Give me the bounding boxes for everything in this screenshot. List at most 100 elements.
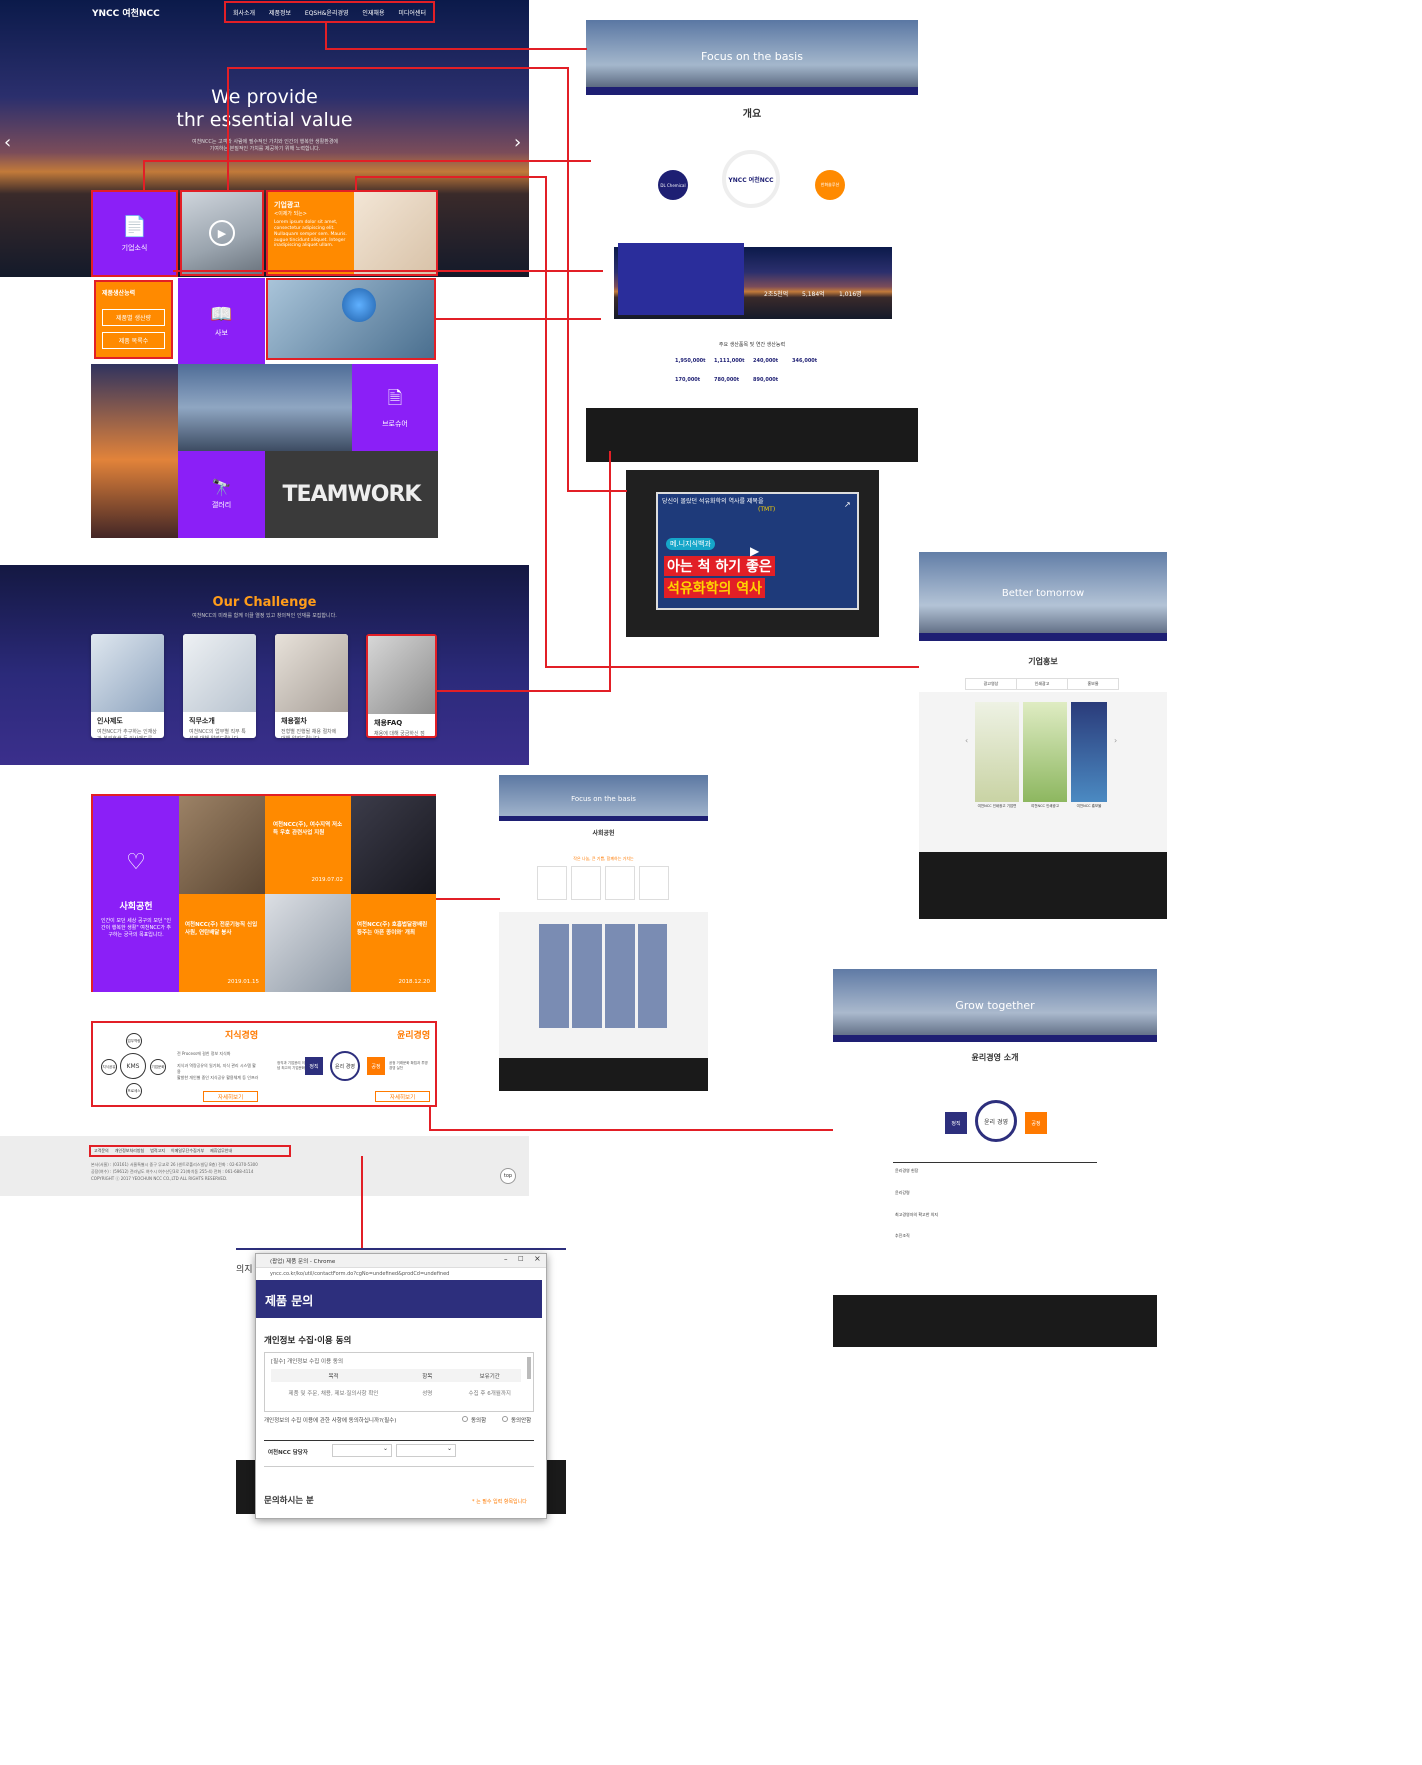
nav-recruit[interactable]: 인재채용: [362, 8, 384, 17]
csr-news-2[interactable]: 여천NCC(주) 전문기능직 신입사원, 연탄배달 봉사 2019.01.15: [179, 894, 265, 992]
ad-photo: [354, 192, 436, 274]
video-player[interactable]: 당신이 몰랐던 석유화학의 역사를 제목을 (TMT) 메.니지식백과 아는 척…: [656, 492, 859, 610]
pr-tab[interactable]: 인쇄광고: [1016, 679, 1068, 689]
about-capacity-title: 주요 생산품목 및 연간 생산능력: [718, 342, 786, 348]
video-subtitle: (TMT): [758, 506, 776, 513]
video-play-icon[interactable]: ▶: [750, 544, 759, 558]
km-node: 지식공유: [101, 1059, 117, 1075]
csr-desc: 인간이 모던 세상 공구의 모던 "인간이 행복한 생활" 여천NCC가 추구하…: [100, 917, 172, 938]
pr-item-1[interactable]: [975, 702, 1019, 802]
challenge-card-hr[interactable]: 인사제도 여천NCC가 추구하는 인재상과 복리후생 등 인사제도를 소개합니다…: [91, 634, 164, 738]
manager-select-1[interactable]: ⌄: [332, 1444, 392, 1457]
hero-prev-icon[interactable]: ‹: [4, 132, 11, 153]
pr-prev-icon[interactable]: ‹: [965, 736, 968, 745]
csr-icon-box[interactable]: [605, 866, 635, 900]
disagree-radio[interactable]: [502, 1416, 508, 1422]
footer-link[interactable]: 고객문의: [94, 1148, 109, 1154]
manager-select-2[interactable]: ⌄: [396, 1444, 456, 1457]
footer-link[interactable]: 이메일무단수집거부: [171, 1148, 204, 1154]
connector-line: [545, 666, 919, 668]
csr-intro[interactable]: ♡ 사회공헌 인간이 모던 세상 공구의 모던 "인간이 행복한 생활" 여천N…: [93, 796, 179, 992]
pr-tab[interactable]: 광고영상: [966, 679, 1016, 689]
close-icon[interactable]: ×: [534, 1254, 541, 1263]
consent-table-row: 제품 및 주문, 채용, 제보·질의사항 확인 성명 수집 후 6개월까지: [271, 1386, 521, 1399]
ethics-table-rule: [893, 1162, 1097, 1163]
csr-news-3[interactable]: 여천NCC(주) 호흡법달광배린 등주는 아픈 종이와' 개최 2018.12.…: [351, 894, 436, 992]
main-logo[interactable]: YNCC 여천NCC: [92, 6, 160, 19]
document-icon: 📄: [122, 213, 147, 238]
ethics-left-desc: 정직과 기업윤리 이념 최고의 기업문화: [277, 1061, 305, 1070]
tile-company-news[interactable]: 📄 기업소식: [91, 190, 178, 277]
capacity-button-2[interactable]: 제품 목록수: [102, 332, 165, 349]
footer-link[interactable]: 법적고지: [150, 1148, 165, 1154]
pr-item-2[interactable]: [1023, 702, 1067, 802]
about-stats-text: [618, 243, 744, 315]
challenge-card-title: 직무소개: [189, 717, 215, 725]
footer-link[interactable]: 제휴업무안내: [210, 1148, 232, 1154]
tile-capacity[interactable]: 제품생산능력 제품별 생산량 제품 목록수: [94, 280, 173, 359]
pr-hero-title: Better tomorrow: [1001, 588, 1085, 599]
nav-media[interactable]: 미디어센터: [398, 8, 426, 17]
pr-tab[interactable]: 홍보물: [1068, 679, 1118, 689]
challenge-card-process[interactable]: 채용절차 전형별 진행될 채용 절차에 대해 알려드립니다.: [275, 634, 348, 738]
pr-item-3[interactable]: [1071, 702, 1107, 802]
popup-divider: [264, 1440, 534, 1441]
share-icon[interactable]: ↗: [844, 500, 851, 509]
csr-subnav[interactable]: [499, 816, 708, 821]
challenge-card-faq[interactable]: 채용FAQ 채용에 대해 궁금하신 점을 알려드립니다.: [366, 634, 437, 738]
csr-section-sub: 작은 나눔, 큰 기쁨, 함께하는 가치는: [573, 856, 634, 861]
ethics-hex-center: 윤리 경영: [975, 1100, 1017, 1142]
tile-ad[interactable]: 기업광고 <이제가 되는> Lorem ipsum dolor sit amet…: [266, 190, 438, 276]
tile-handshake[interactable]: [266, 278, 436, 360]
main-hero: YNCC 여천NCC 회사소개 제품정보 EQSH&윤리경영 인재채용 미디어센…: [0, 0, 529, 277]
behind-text: 의지: [236, 1265, 253, 1275]
consent-scrollbar[interactable]: [527, 1357, 531, 1379]
ethics-footer: [833, 1295, 1157, 1347]
csr-icon-box[interactable]: [639, 866, 669, 900]
csr-news-1[interactable]: 여천NCC(주), 여수지역 저소득 우호 관련사업 지원 2019.07.02: [265, 796, 351, 894]
km-line: 활발한 개인별 중인 지식공유 활용체계 등 인프라: [177, 1075, 259, 1080]
nav-about[interactable]: 회사소개: [233, 8, 255, 17]
csr-thumb-grid[interactable]: [539, 924, 667, 1028]
capacity-button-1[interactable]: 제품별 생산량: [102, 309, 165, 326]
top-button[interactable]: top: [500, 1168, 516, 1184]
connector-line: [355, 176, 547, 178]
csr-photo-3: [265, 894, 351, 992]
hero-next-icon[interactable]: ›: [514, 132, 521, 153]
pr-next-icon[interactable]: ›: [1114, 736, 1117, 745]
pr-subnav[interactable]: [919, 633, 1167, 641]
ethics-more-button[interactable]: 자세히보기: [375, 1091, 430, 1102]
tile-brochure[interactable]: 🗎 브로슈어: [352, 364, 438, 451]
challenge-title: Our Challenge: [212, 595, 317, 610]
about-subnav[interactable]: [586, 87, 918, 95]
connector-line: [227, 67, 229, 191]
ethics-left-hex: 정직: [305, 1057, 323, 1075]
connector-line: [325, 48, 587, 50]
connector-line: [143, 160, 145, 190]
table-cell: 제품 및 주문, 채용, 제보·질의사항 확인: [288, 1390, 379, 1397]
ethics-subnav[interactable]: [833, 1035, 1157, 1042]
csr-footer: [499, 1058, 708, 1091]
agree-radio[interactable]: [462, 1416, 468, 1422]
csr-icon-box[interactable]: [537, 866, 567, 900]
ethics-hex-right: 공정: [1025, 1112, 1047, 1134]
nav-eqsh[interactable]: EQSH&윤리경영: [305, 8, 349, 17]
maximize-icon[interactable]: □: [518, 1255, 524, 1262]
popup-url[interactable]: yncc.co.kr/ko/util/contactForm.do?cgNo=u…: [270, 1271, 449, 1277]
main-nav: 회사소개 제품정보 EQSH&윤리경영 인재채용 미디어센터: [224, 1, 435, 23]
tile-gallery[interactable]: 🔭 갤러리: [178, 451, 265, 538]
nav-products[interactable]: 제품정보: [269, 8, 291, 17]
ad-sub: <이제가 되는>: [274, 211, 307, 217]
connector-line: [567, 67, 569, 491]
tile-video[interactable]: ▶: [180, 190, 264, 276]
main-footer: 고객문의 개인정보처리방침 법적고지 이메일무단수집거부 제휴업무안내 본사(서…: [0, 1136, 529, 1196]
footer-link[interactable]: 개인정보처리방침: [115, 1148, 144, 1154]
ethics-hero: Grow together: [833, 969, 1157, 1042]
csr-icon-box[interactable]: [571, 866, 601, 900]
minimize-icon[interactable]: –: [504, 1255, 508, 1263]
tile-webzine[interactable]: 📖 사보: [178, 278, 265, 364]
pr-tabs: 광고영상 인쇄광고 홍보물: [965, 678, 1119, 690]
challenge-card-job[interactable]: 직무소개 여천NCC의 업무별 직무 특성에 대해 알려드립니다.: [183, 634, 256, 738]
footer-copyright: COPYRIGHT ⓒ 2017 YEOCHUN NCC CO.,LTD ALL…: [91, 1176, 228, 1181]
km-more-button[interactable]: 자세히보기: [203, 1091, 258, 1102]
